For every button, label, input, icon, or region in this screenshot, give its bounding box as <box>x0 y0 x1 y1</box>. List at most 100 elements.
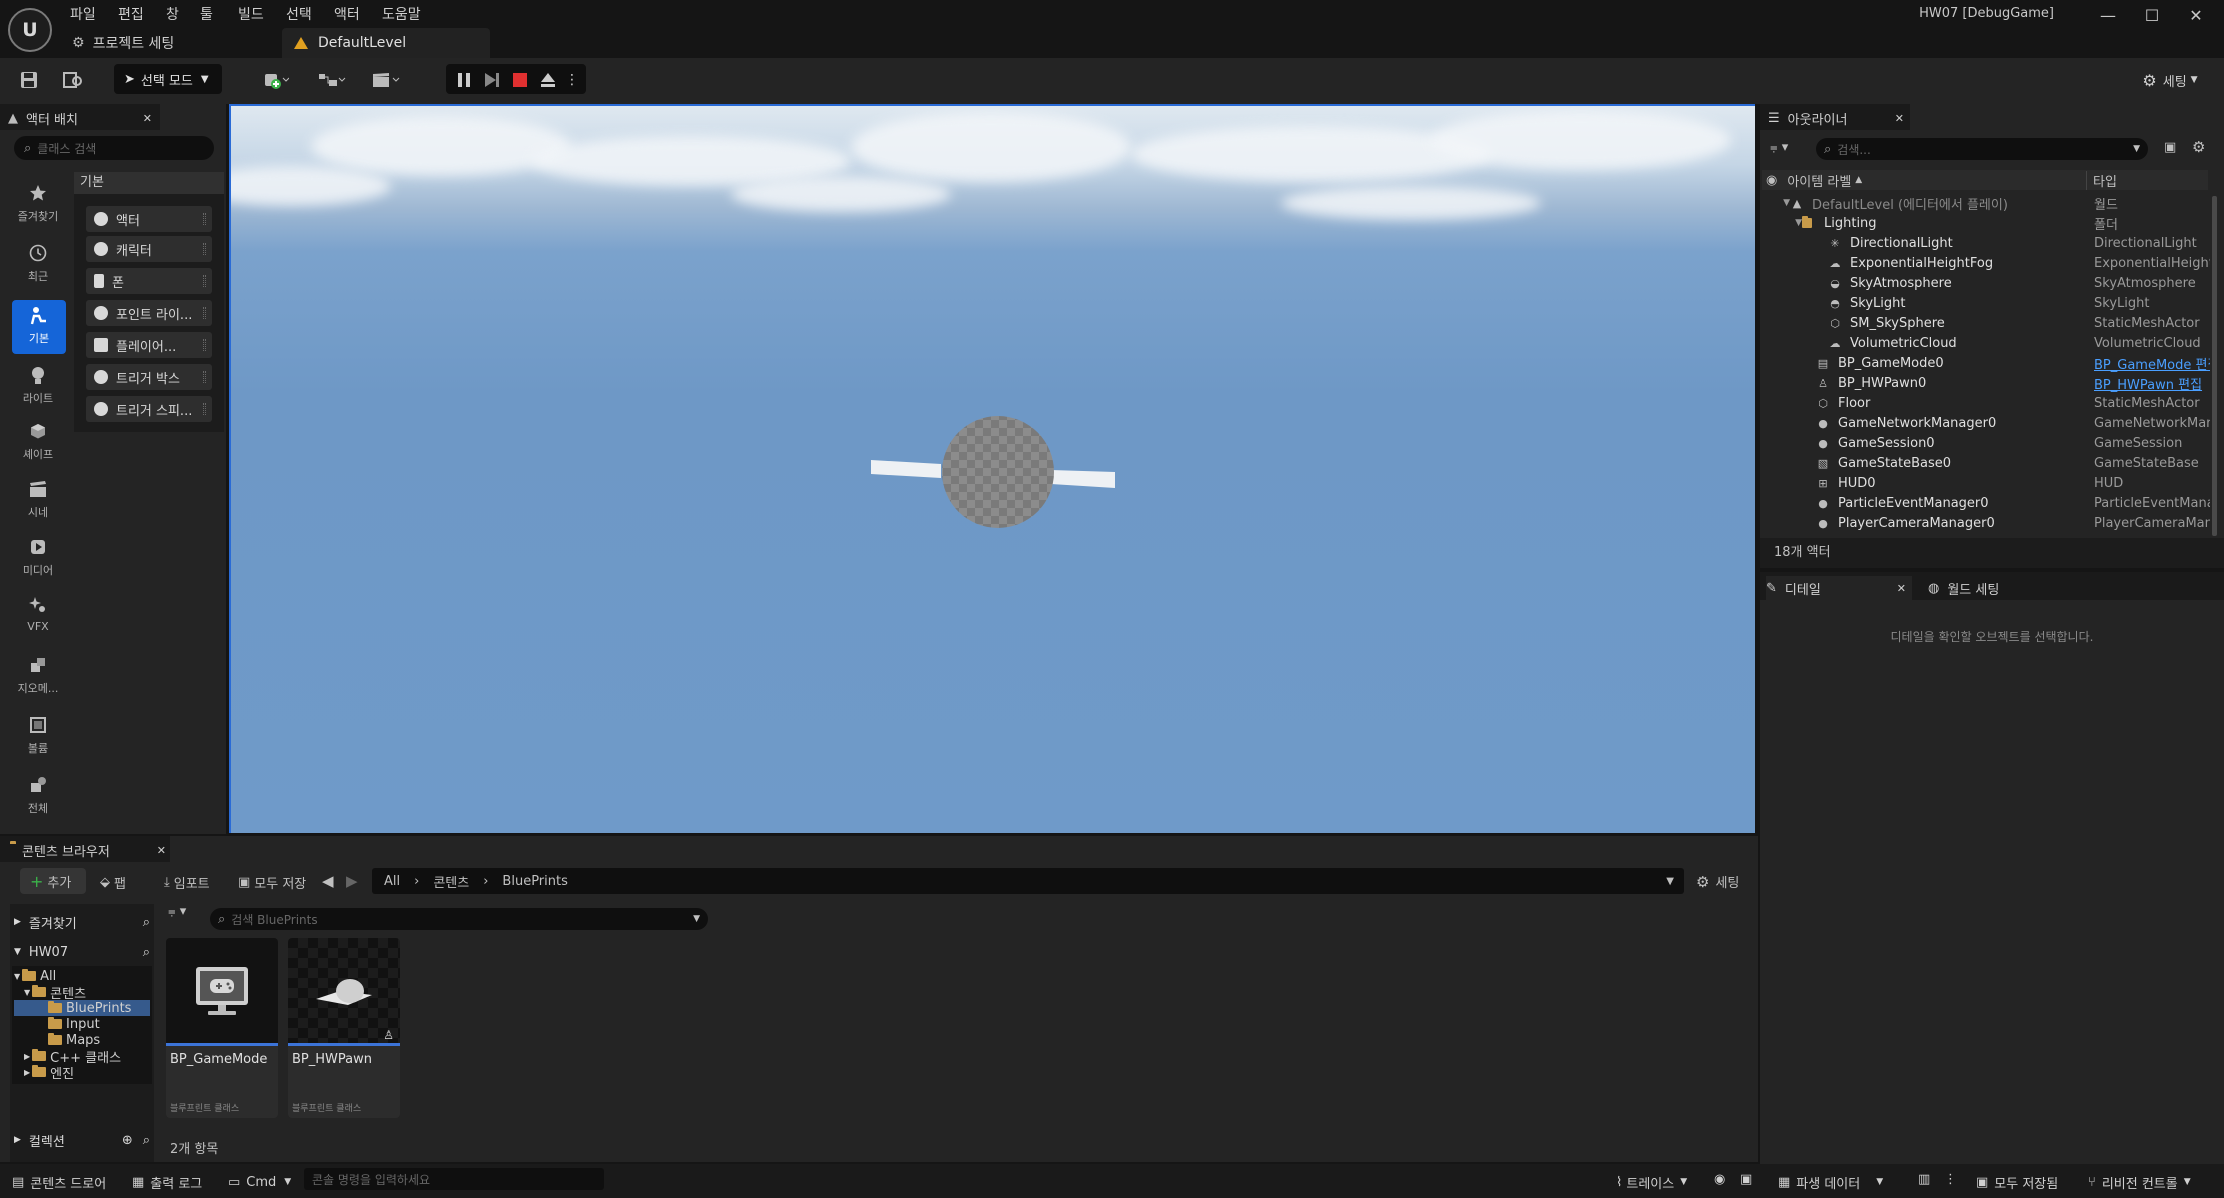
menu-edit[interactable]: 편집 <box>118 4 144 24</box>
asset-tile[interactable]: BP_GameMode 블루프린트 클래스 <box>166 938 278 1118</box>
category-shapes[interactable]: 셰이프 <box>10 422 66 462</box>
outliner-row[interactable]: ▼ Lighting 폴더 <box>1762 213 2210 233</box>
category-favorites[interactable]: 즐겨찾기 <box>10 184 66 224</box>
outliner-row[interactable]: ☁ ExponentialHeightFog ExponentialHeight… <box>1762 253 2211 273</box>
place-item-pawn[interactable]: 폰 <box>86 268 212 294</box>
favorites-section[interactable]: ▶ 즐겨찾기 ⌕ <box>14 912 150 932</box>
outliner-row[interactable]: ▤ BP_GameMode0 BP_GameMode 편집 <box>1762 353 2210 373</box>
outliner-row[interactable]: ● GameNetworkManager0 GameNetworkManager <box>1762 413 2210 433</box>
category-media[interactable]: 미디어 <box>10 538 66 578</box>
drag-handle-icon[interactable] <box>203 213 206 225</box>
breadcrumb-item[interactable]: 콘텐츠 <box>433 872 469 891</box>
screenshot-icon[interactable]: ▣ <box>1740 1172 1752 1192</box>
category-all-classes[interactable]: 전체 <box>10 776 66 816</box>
eye-icon[interactable]: ◉ <box>1766 173 1777 188</box>
drag-handle-icon[interactable] <box>203 339 206 351</box>
close-tab-icon[interactable]: ✕ <box>1897 582 1906 595</box>
outliner-row[interactable]: ♙ BP_HWPawn0 BP_HWPawn 편집 <box>1762 373 2210 393</box>
save-status-button[interactable]: ▣ 모두 저장됨 <box>1976 1172 2058 1192</box>
tab-default-level[interactable]: DefaultLevel <box>282 28 490 58</box>
breadcrumb-item[interactable]: BluePrints <box>502 874 567 889</box>
derived-data-dropdown[interactable]: ▦ 파생 데이터 ▼ <box>1778 1172 1883 1192</box>
selection-mode-dropdown[interactable]: ➤ 선택 모드 ▼ <box>114 64 222 94</box>
close-icon[interactable]: ✕ <box>2176 2 2216 28</box>
menu-tools[interactable]: 툴 <box>200 4 213 24</box>
drag-handle-icon[interactable] <box>203 403 206 415</box>
close-tab-icon[interactable]: ✕ <box>157 844 166 857</box>
forward-icon[interactable]: ▶ <box>346 872 358 890</box>
browse-level-icon[interactable] <box>58 64 88 96</box>
pause-icon[interactable] <box>452 64 476 96</box>
menu-build[interactable]: 빌드 <box>238 4 264 24</box>
place-item-actor[interactable]: 액터 <box>86 206 212 232</box>
outliner-row[interactable]: ⬡ Floor StaticMeshActor <box>1762 393 2210 413</box>
drag-handle-icon[interactable] <box>203 307 206 319</box>
bar-chart-icon[interactable]: ▥ <box>1918 1172 1930 1192</box>
place-item-trigger-box[interactable]: 트리거 박스 <box>86 364 212 390</box>
blueprint-menu-icon[interactable] <box>312 64 352 96</box>
settings-button[interactable]: ⚙ 세팅 ▼ <box>2130 64 2210 96</box>
stop-icon[interactable] <box>508 64 532 96</box>
tab-content-browser[interactable]: 콘텐츠 브라우저 ✕ <box>10 838 166 862</box>
outliner-row[interactable]: ✳ DirectionalLight DirectionalLight <box>1762 233 2210 253</box>
category-recent[interactable]: 최근 <box>10 244 66 284</box>
trace-dropdown[interactable]: ⌇ 트레이스 ▼ <box>1616 1172 1687 1192</box>
category-volumes[interactable]: 볼륨 <box>10 716 66 756</box>
revision-control-dropdown[interactable]: ⑂ 리비전 컨트롤 ▼ <box>2088 1172 2191 1192</box>
category-basic[interactable]: 기본 <box>12 300 66 354</box>
close-tab-icon[interactable]: ✕ <box>143 112 152 125</box>
asset-tile[interactable]: BP_HWPawn 블루프린트 클래스 ♙ <box>288 938 400 1118</box>
collections-section[interactable]: ▶ 컬렉션 ⊕ ⌕ <box>14 1130 150 1150</box>
level-viewport[interactable] <box>229 104 1755 833</box>
save-icon[interactable] <box>14 64 44 96</box>
frame-skip-icon[interactable] <box>480 64 504 96</box>
menu-help[interactable]: 도움말 <box>382 4 421 24</box>
search-icon[interactable]: ⌕ <box>143 1133 150 1148</box>
close-tab-icon[interactable]: ✕ <box>1895 112 1904 125</box>
project-section[interactable]: ▼ HW07 ⌕ <box>14 942 150 962</box>
category-cinematic[interactable]: 시네 <box>10 480 66 520</box>
add-actor-icon[interactable] <box>256 64 296 96</box>
minimize-icon[interactable]: — <box>2088 2 2128 28</box>
eject-icon[interactable] <box>536 64 560 96</box>
tree-item[interactable]: ▼ 콘텐츠 <box>24 984 86 1002</box>
fab-button[interactable]: ⬙ 팹 <box>100 872 126 892</box>
menu-select[interactable]: 선택 <box>286 4 312 24</box>
class-search-input[interactable]: ⌕ 클래스 검색 <box>14 136 214 160</box>
tree-item[interactable]: Input <box>48 1016 100 1032</box>
edit-blueprint-link[interactable]: BP_HWPawn 편집 <box>2094 374 2210 393</box>
menu-file[interactable]: 파일 <box>70 4 96 24</box>
edit-blueprint-link[interactable]: BP_GameMode 편집 <box>2094 354 2210 373</box>
more-icon[interactable]: ⋮ <box>1944 1172 1957 1192</box>
outliner-row[interactable]: ● GameSession0 GameSession <box>1762 433 2210 453</box>
tab-place-actors[interactable]: ▲ 액터 배치 ✕ <box>8 106 158 130</box>
outliner-search-input[interactable]: ⌕ 검색... ▼ <box>1816 138 2148 160</box>
add-button[interactable]: + 추가 <box>20 868 86 894</box>
outliner-row[interactable]: ⬡ SM_SkySphere StaticMeshActor <box>1762 313 2210 333</box>
add-folder-icon[interactable]: ▣ <box>2164 140 2176 155</box>
outliner-row[interactable]: ● PlayerCameraManager0 PlayerCameraManag… <box>1762 513 2210 533</box>
content-settings-button[interactable]: ⚙ 세팅 <box>1696 872 1739 892</box>
tree-item-selected[interactable]: BluePrints <box>14 1000 150 1016</box>
menu-window[interactable]: 창 <box>166 4 179 24</box>
place-item-character[interactable]: 캐릭터 <box>86 236 212 262</box>
cinematics-icon[interactable] <box>366 64 406 96</box>
place-item-player-start[interactable]: 플레이어... <box>86 332 212 358</box>
outliner-row[interactable]: ● ParticleEventManager0 ParticleEventMan… <box>1762 493 2210 513</box>
add-collection-icon[interactable]: ⊕ <box>122 1133 133 1148</box>
outliner-row[interactable]: ⊞ HUD0 HUD <box>1762 473 2210 493</box>
play-options-icon[interactable]: ⋮ <box>564 64 580 96</box>
category-lights[interactable]: 라이트 <box>10 366 66 406</box>
outliner-row[interactable]: ◒ SkyAtmosphere SkyAtmosphere <box>1762 273 2210 293</box>
search-icon[interactable]: ⌕ <box>143 945 150 960</box>
tab-project-settings[interactable]: ⚙ 프로젝트 세팅 <box>72 30 174 56</box>
tab-outliner[interactable]: ☰ 아웃라이너 ✕ <box>1768 106 1908 130</box>
cmd-dropdown[interactable]: ▭ Cmd ▼ <box>228 1172 291 1192</box>
drag-handle-icon[interactable] <box>203 275 206 287</box>
category-geometry[interactable]: 지오메... <box>10 656 66 696</box>
outliner-row[interactable]: ▼ ▲ DefaultLevel (에디터에서 플레이) 월드 <box>1762 193 2210 213</box>
unreal-logo-icon[interactable]: U <box>8 8 52 52</box>
record-icon[interactable]: ◉ <box>1714 1172 1725 1192</box>
place-item-point-light[interactable]: 포인트 라이... <box>86 300 212 326</box>
output-log-button[interactable]: ▦ 출력 로그 <box>132 1172 202 1192</box>
